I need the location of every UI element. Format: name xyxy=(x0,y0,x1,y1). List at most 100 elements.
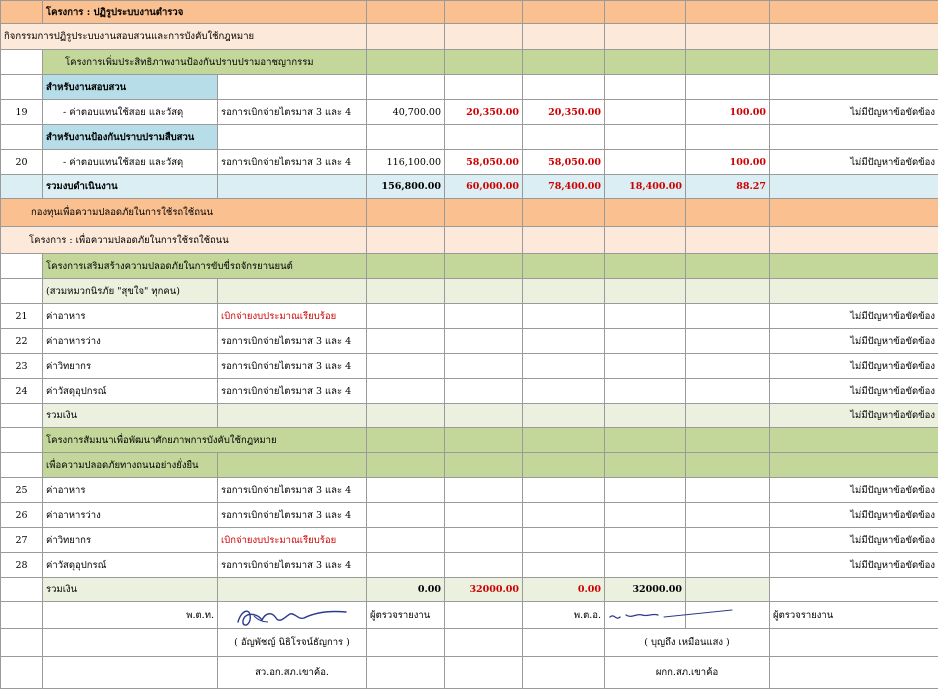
table-cell[interactable] xyxy=(444,378,524,404)
table-cell[interactable]: เบิกจ่ายงบประมาณเรียบร้อย xyxy=(216,527,368,553)
table-cell[interactable]: รอการเบิกจ่ายไตรมาส 3 และ 4 xyxy=(216,353,368,379)
table-cell[interactable] xyxy=(444,353,524,379)
table-cell[interactable] xyxy=(522,378,606,404)
table-cell[interactable] xyxy=(685,502,771,528)
table-cell[interactable]: ไม่มีปัญหาข้อขัดข้อง xyxy=(769,527,938,553)
table-cell[interactable] xyxy=(522,477,606,503)
table-cell[interactable]: 58,050.00 xyxy=(444,149,524,175)
table-cell[interactable] xyxy=(366,378,446,404)
table-cell[interactable] xyxy=(685,477,771,503)
table-cell[interactable]: ค่าวัสดุอุปกรณ์ xyxy=(42,552,218,578)
project-motorcycle[interactable]: โครงการเสริมสร้างความปลอดภัยในการขับขี่ร… xyxy=(41,253,368,279)
table-cell[interactable] xyxy=(685,328,771,354)
table-cell[interactable] xyxy=(604,303,687,329)
table-cell[interactable] xyxy=(522,328,606,354)
section-prevention[interactable]: สำหรับงานป้องกันปราบปรามสืบสวน xyxy=(42,124,218,150)
table-cell[interactable]: 156,800.00 xyxy=(366,174,446,199)
table-cell[interactable]: รอการเบิกจ่ายไตรมาส 3 และ 4 xyxy=(216,378,368,404)
table-cell[interactable] xyxy=(604,149,687,175)
table-cell[interactable]: ไม่มีปัญหาข้อขัดข้อง xyxy=(769,303,938,329)
table-cell[interactable]: 20,350.00 xyxy=(444,99,524,125)
table-cell[interactable]: เบิกจ่ายงบประมาณเรียบร้อย xyxy=(216,303,368,329)
total-operations-label[interactable]: รวมงบดำเนินงาน xyxy=(42,174,218,199)
project-header[interactable]: โครงการ : ปฏิรูประบบงานตำรวจ xyxy=(41,0,368,24)
table-cell[interactable]: ไม่มีปัญหาข้อขัดข้อง xyxy=(769,403,938,428)
table-cell[interactable] xyxy=(444,328,524,354)
table-cell[interactable]: ค่าอาหารว่าง xyxy=(42,328,218,354)
table-cell[interactable]: 116,100.00 xyxy=(366,149,446,175)
table-cell[interactable]: ค่าวัสดุอุปกรณ์ xyxy=(42,378,218,404)
table-cell[interactable]: 25 xyxy=(0,477,43,503)
table-cell[interactable]: 0.00 xyxy=(522,577,606,602)
project-efficiency[interactable]: โครงการเพิ่มประสิทธิภาพงานป้องกันปราบปรา… xyxy=(41,49,368,75)
table-cell[interactable]: ไม่มีปัญหาข้อขัดข้อง xyxy=(769,328,938,354)
table-cell[interactable]: รอการเบิกจ่ายไตรมาส 3 และ 4 xyxy=(216,502,368,528)
table-cell[interactable]: ไม่มีปัญหาข้อขัดข้อง xyxy=(769,378,938,404)
table-cell[interactable] xyxy=(604,527,687,553)
table-cell[interactable] xyxy=(604,353,687,379)
table-cell[interactable]: 27 xyxy=(0,527,43,553)
table-cell[interactable] xyxy=(685,303,771,329)
table-cell[interactable] xyxy=(366,552,446,578)
table-cell[interactable]: ไม่มีปัญหาข้อขัดข้อง xyxy=(769,552,938,578)
table-cell[interactable] xyxy=(366,303,446,329)
table-cell[interactable] xyxy=(685,527,771,553)
campaign[interactable]: (สวมหมวกนิรภัย "สุขใจ" ทุกคน) xyxy=(42,278,218,304)
project-seminar[interactable]: โครงการสัมมนาเพื่อพัฒนาศักยภาพการบังคับใ… xyxy=(41,427,368,453)
table-cell[interactable] xyxy=(366,527,446,553)
table-cell[interactable] xyxy=(685,552,771,578)
table-cell[interactable]: 0.00 xyxy=(366,577,446,602)
table-cell[interactable] xyxy=(366,477,446,503)
table-cell[interactable]: ไม่มีปัญหาข้อขัดข้อง xyxy=(769,353,938,379)
table-cell[interactable]: 40,700.00 xyxy=(366,99,446,125)
table-cell[interactable]: ค่าอาหาร xyxy=(42,303,218,329)
table-cell[interactable]: 28 xyxy=(0,552,43,578)
table-cell[interactable] xyxy=(604,99,687,125)
table-cell[interactable] xyxy=(604,477,687,503)
activity-reform[interactable]: กิจกรรมการปฏิรูประบบงานสอบสวนและการบังคั… xyxy=(0,23,368,50)
fund-safety[interactable]: กองทุนเพื่อความปลอดภัยในการใช้รถใช้ถนน xyxy=(0,198,368,227)
table-cell[interactable]: 32000.00 xyxy=(444,577,524,602)
table-cell[interactable]: ค่าวิทยากร xyxy=(42,527,218,553)
table-cell[interactable] xyxy=(366,328,446,354)
table-cell[interactable] xyxy=(522,527,606,553)
table-cell[interactable]: 78,400.00 xyxy=(522,174,606,199)
table-cell[interactable]: ค่าอาหารว่าง xyxy=(42,502,218,528)
table-cell[interactable]: 60,000.00 xyxy=(444,174,524,199)
table-cell[interactable]: 26 xyxy=(0,502,43,528)
table-cell[interactable]: ไม่มีปัญหาข้อขัดข้อง xyxy=(769,477,938,503)
table-cell[interactable] xyxy=(444,527,524,553)
table-cell[interactable] xyxy=(366,502,446,528)
project-sustainable[interactable]: เพื่อความปลอดภัยทางถนนอย่างยั่งยืน xyxy=(42,452,218,478)
subtotal-1-label[interactable]: รวมเงิน xyxy=(42,403,218,428)
table-cell[interactable] xyxy=(522,353,606,379)
table-cell[interactable] xyxy=(444,477,524,503)
table-cell[interactable] xyxy=(685,353,771,379)
table-cell[interactable]: 58,050.00 xyxy=(522,149,606,175)
table-cell[interactable]: รอการเบิกจ่ายไตรมาส 3 และ 4 xyxy=(216,149,368,175)
table-cell[interactable] xyxy=(444,303,524,329)
table-cell[interactable]: 22 xyxy=(0,328,43,354)
table-cell[interactable]: รอการเบิกจ่ายไตรมาส 3 และ 4 xyxy=(216,477,368,503)
table-cell[interactable]: 23 xyxy=(0,353,43,379)
table-cell[interactable]: 88.27 xyxy=(685,174,771,199)
table-cell[interactable]: รอการเบิกจ่ายไตรมาส 3 และ 4 xyxy=(216,328,368,354)
table-cell[interactable]: ไม่มีปัญหาข้อขัดข้อง xyxy=(769,502,938,528)
table-cell[interactable]: ค่าวิทยากร xyxy=(42,353,218,379)
project-safety[interactable]: โครงการ : เพื่อความปลอดภัยในการใช้รถใช้ถ… xyxy=(0,226,368,254)
table-cell[interactable]: 100.00 xyxy=(685,99,771,125)
table-cell[interactable]: ไม่มีปัญหาข้อขัดข้อง xyxy=(769,99,938,125)
table-cell[interactable]: 32000.00 xyxy=(604,577,687,602)
table-cell[interactable] xyxy=(522,303,606,329)
table-cell[interactable] xyxy=(444,502,524,528)
table-cell[interactable] xyxy=(522,552,606,578)
subtotal-2-label[interactable]: รวมเงิน xyxy=(42,577,218,602)
table-cell[interactable]: รอการเบิกจ่ายไตรมาส 3 และ 4 xyxy=(216,552,368,578)
table-cell[interactable] xyxy=(444,552,524,578)
table-cell[interactable] xyxy=(685,378,771,404)
table-cell[interactable]: ไม่มีปัญหาข้อขัดข้อง xyxy=(769,149,938,175)
table-cell[interactable]: - ค่าตอบแทนใช้สอย และวัสดุ xyxy=(42,99,218,125)
table-cell[interactable]: - ค่าตอบแทนใช้สอย และวัสดุ xyxy=(42,149,218,175)
table-cell[interactable]: 20,350.00 xyxy=(522,99,606,125)
table-cell[interactable] xyxy=(604,328,687,354)
